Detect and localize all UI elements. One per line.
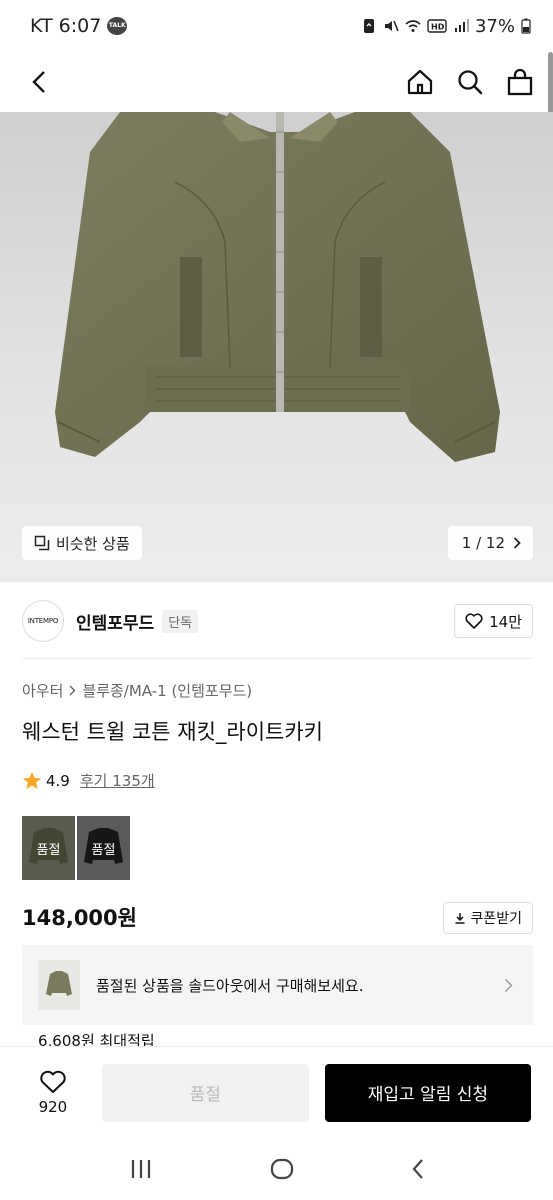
signal-icon (454, 19, 469, 32)
product-title: 웨스턴 트윌 코튼 재킷_라이트카키 (22, 720, 324, 744)
wishlist-button[interactable]: 920 (26, 1070, 80, 1116)
back-nav-icon[interactable] (411, 1158, 425, 1180)
brand-logo[interactable]: INTEMPO (22, 600, 64, 642)
brand-like-button[interactable]: 14만 (454, 604, 533, 638)
home-circle-icon[interactable] (270, 1158, 294, 1180)
battery-percent: 37% (474, 15, 515, 37)
nav-actions (405, 67, 535, 97)
recents-icon[interactable] (129, 1158, 153, 1180)
wishlist-count: 920 (38, 1097, 68, 1116)
rating-value: 4.9 (46, 771, 70, 790)
carrier-time: KT 6:07 (30, 15, 102, 37)
breadcrumb-subcategory[interactable]: 블루종/MA-1 (인템포무드) (82, 680, 252, 701)
cart-button[interactable] (505, 67, 535, 97)
soldout-button: 품절 (101, 1063, 309, 1122)
search-icon (458, 70, 483, 95)
brand-like-count: 14만 (489, 612, 522, 631)
variant-khaki[interactable]: 품절 (22, 816, 75, 880)
similar-products-label: 비슷한 상품 (56, 534, 130, 553)
divider (22, 658, 533, 659)
breadcrumb-category[interactable]: 아우터 (22, 680, 63, 701)
status-right: HD 37% (361, 16, 531, 37)
jacket-thumbnail (46, 971, 72, 996)
top-nav (0, 52, 553, 112)
battery-icon (521, 18, 531, 34)
banner-thumbnail (38, 960, 80, 1010)
search-button[interactable] (455, 67, 485, 97)
rating-row: 4.9 후기 135개 (22, 770, 155, 791)
breadcrumb: 아우터 블루종/MA-1 (인템포무드) (22, 680, 252, 701)
home-icon (407, 69, 433, 95)
brand-row: INTEMPO 인템포무드 단독 14만 (22, 598, 533, 644)
heart-icon (465, 613, 483, 629)
system-navigation-bar (0, 1138, 553, 1200)
points-row: 6,608원 최대적립 (38, 1032, 155, 1046)
wifi-icon (405, 20, 421, 32)
soldout-banner[interactable]: 품절된 상품을 솔드아웃에서 구매해보세요. (22, 945, 533, 1025)
home-button[interactable] (405, 67, 435, 97)
variant-black[interactable]: 품절 (77, 816, 130, 880)
variant-soldout-label: 품절 (77, 816, 130, 880)
page-counter-text: 1 / 12 (461, 534, 505, 552)
variant-soldout-label: 품절 (22, 816, 75, 880)
sync-icon (363, 19, 374, 33)
bottom-action-bar: 920 품절 재입고 알림 신청 (0, 1046, 553, 1138)
heart-icon (40, 1070, 66, 1093)
jacket-image (55, 112, 500, 462)
status-bar: KT 6:07 TALK HD 37% (0, 0, 553, 52)
chevron-right-icon (513, 537, 521, 549)
coupon-button[interactable]: 쿠폰받기 (443, 902, 533, 934)
coupon-label: 쿠폰받기 (470, 911, 522, 927)
product-image-carousel[interactable]: 비슷한 상품 1 / 12 (0, 112, 553, 582)
brand-name[interactable]: 인템포무드 (76, 609, 154, 634)
restock-alert-button[interactable]: 재입고 알림 신청 (324, 1063, 531, 1122)
exclusive-badge: 단독 (162, 609, 199, 633)
copy-icon (34, 535, 50, 551)
product-price: 148,000원 (22, 906, 137, 930)
chevron-right-icon (504, 978, 513, 992)
chevron-left-icon (32, 71, 45, 93)
review-link[interactable]: 후기 135개 (80, 770, 155, 791)
star-icon (23, 771, 41, 789)
status-left: KT 6:07 TALK (30, 15, 128, 37)
hd-icon: HD (427, 19, 447, 33)
download-icon (455, 913, 465, 924)
back-button[interactable] (24, 67, 54, 97)
image-page-counter[interactable]: 1 / 12 (447, 526, 533, 560)
chevron-right-icon (69, 685, 76, 696)
similar-products-button[interactable]: 비슷한 상품 (22, 526, 142, 560)
soldout-banner-text: 품절된 상품을 솔드아웃에서 구매해보세요. (96, 976, 364, 995)
mute-icon (384, 20, 399, 32)
shopping-bag-icon (507, 68, 533, 96)
talk-icon: TALK (107, 17, 128, 35)
color-variants: 품절 품절 (22, 816, 130, 880)
svg-text:HD: HD (431, 23, 445, 32)
